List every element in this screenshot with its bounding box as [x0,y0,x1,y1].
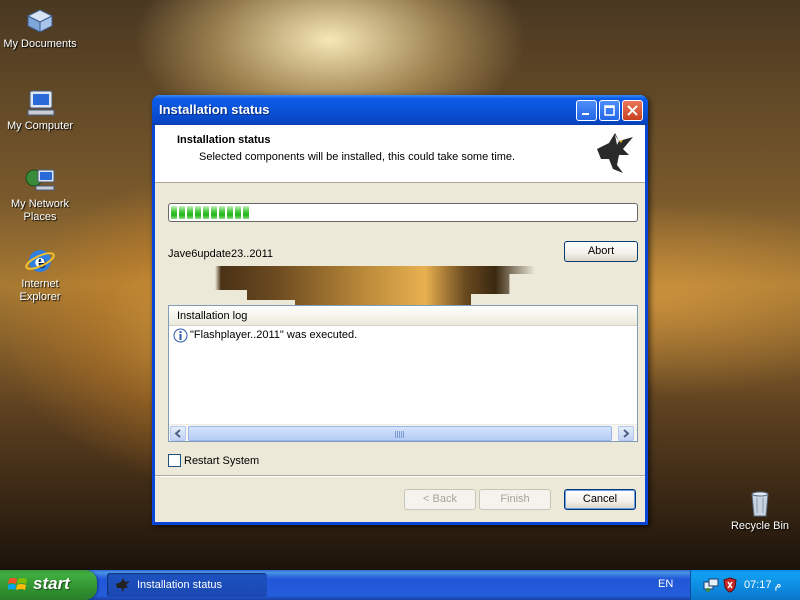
scroll-right-button[interactable] [618,426,634,441]
progress-chunk [227,206,233,219]
chevron-left-icon [174,429,181,438]
progress-chunk [203,206,209,219]
language-indicator[interactable]: EN [658,578,673,590]
progress-chunk [235,206,241,219]
progress-chunk [171,206,177,219]
start-label: start [33,574,70,593]
installation-log[interactable]: Installation log "Flashplayer..2011" was… [168,305,638,442]
start-button[interactable]: start [0,570,97,600]
recycle-bin-icon [744,488,776,518]
log-entry: "Flashplayer..2011" was executed. [169,326,637,344]
back-button[interactable]: < Back [404,489,476,510]
wizard-header: Installation status Selected components … [155,125,645,183]
header-title: Installation status [177,134,271,146]
desktop-icon-my-documents[interactable]: My Documents [1,6,79,51]
desktop-icon-recycle-bin[interactable]: Recycle Bin [721,488,799,533]
progress-chunk [219,206,225,219]
progress-chunk [243,206,249,219]
minimize-button[interactable] [576,100,597,121]
desktop-icon-label: My Documents [3,38,77,50]
desktop-icon-label: My Network Places [10,198,70,223]
eagle-logo-icon [597,133,633,173]
abort-button[interactable]: Abort [564,241,638,262]
taskbar-item-installation-status[interactable]: Installation status [107,573,267,597]
close-icon [627,105,638,116]
network-icon [24,166,56,196]
computer-icon [24,88,56,118]
desktop-icon-label: Recycle Bin [730,520,790,532]
current-file-label: Jave6update23..2011 [168,248,273,260]
taskbar-item-label: Installation status [137,579,222,591]
clock[interactable]: 07:17 م [744,578,781,591]
eagle-icon [116,578,130,592]
progress-chunk [195,206,201,219]
desktop-icon-label: My Computer [6,120,74,132]
system-tray: 07:17 م [690,570,800,600]
scroll-grip [395,431,405,438]
progress-chunk [187,206,193,219]
restart-system-label[interactable]: Restart System [184,455,259,467]
desktop-icon-my-computer[interactable]: My Computer [1,88,79,133]
progress-fill [171,206,635,219]
cancel-button[interactable]: Cancel [564,489,636,510]
horizontal-scrollbar[interactable] [169,424,637,441]
desktop-icon-label: Internet Explorer [19,278,61,303]
network-tray-icon[interactable] [703,577,719,593]
installation-progress-bar [168,203,638,222]
minimize-icon [582,113,589,115]
maximize-icon [604,105,615,116]
chevron-right-icon [623,429,630,438]
log-entry-text: "Flashplayer..2011" was executed. [190,329,358,341]
progress-chunk [179,206,185,219]
restart-system-option[interactable]: Restart System [168,454,259,467]
maximize-button[interactable] [599,100,620,121]
windows-logo-icon [8,578,27,590]
installation-status-window: Installation status Installation status … [152,95,648,525]
desktop-icon-internet-explorer[interactable]: e Internet Explorer [1,246,79,304]
scroll-thumb[interactable] [188,426,612,441]
info-icon [173,328,188,342]
close-window-button[interactable] [622,100,643,121]
footer-separator [155,475,645,477]
taskbar: start Installation status EN 07:17 م [0,570,800,600]
header-subtitle: Selected components will be installed, t… [199,151,516,163]
desktop-icon-my-network-places[interactable]: My Network Places [1,166,79,224]
progress-chunk [211,206,217,219]
internet-explorer-icon: e [24,246,56,276]
log-column-header[interactable]: Installation log [169,306,637,326]
render-artifact [215,266,535,306]
finish-button[interactable]: Finish [479,489,551,510]
title-bar[interactable]: Installation status [152,95,648,125]
window-title: Installation status [159,102,270,117]
security-shield-icon[interactable] [722,577,738,593]
restart-system-checkbox[interactable] [168,454,181,467]
folder-documents-icon [24,6,56,36]
scroll-left-button[interactable] [170,426,186,441]
